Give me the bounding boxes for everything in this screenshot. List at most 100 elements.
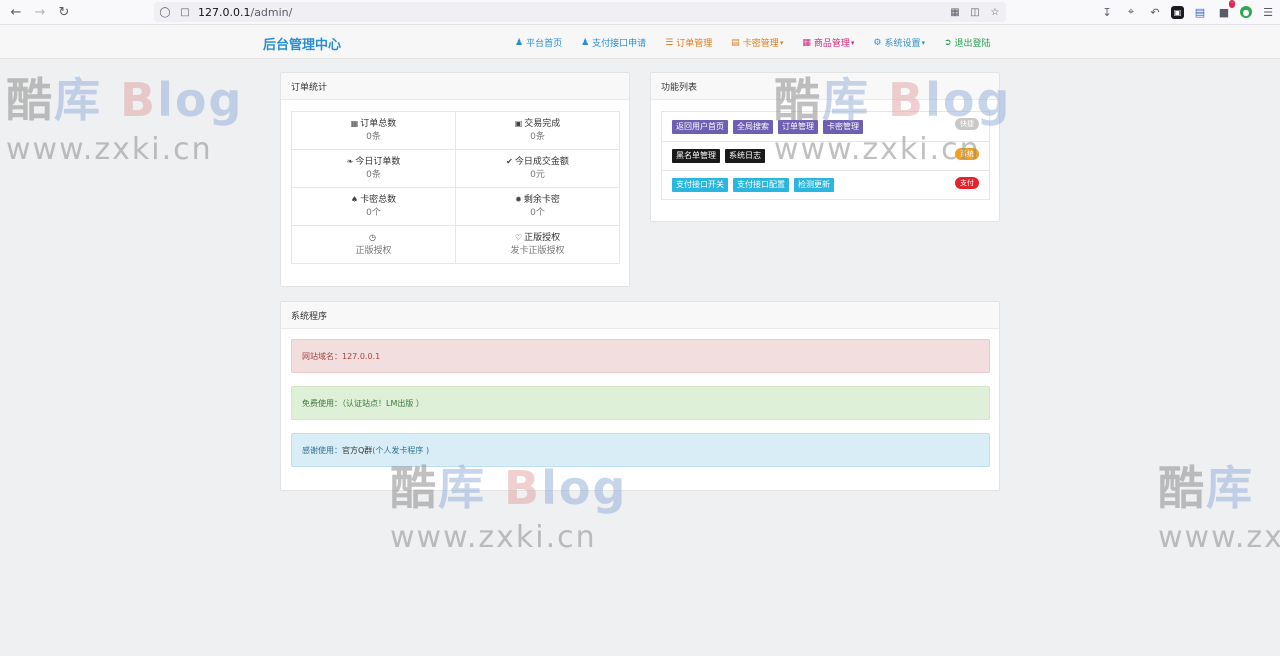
back-to-home-button[interactable]: 返回用户首页 — [672, 119, 728, 134]
address-bar[interactable]: ◯ □ 127.0.0.1/admin/ ▦ ◫ ☆ — [154, 2, 1006, 22]
url-text[interactable]: 127.0.0.1/admin/ — [198, 6, 292, 19]
user-icon: ♟ — [581, 37, 590, 48]
nav-item-label: 订单管理 — [676, 39, 713, 49]
official-group-text: 官方Q群 — [342, 445, 373, 455]
wm-log: log — [157, 73, 244, 127]
function-row-system: 黑名单管理 系统日志 系统 — [662, 141, 989, 170]
gear-icon: ⚙ — [873, 37, 882, 48]
system-program-panel: 系统程序 网站域名： 127.0.0.1 免费使用：（认证站点！LM出版 ） 感谢… — [280, 301, 1000, 491]
panel-title: 功能列表 — [651, 73, 999, 100]
order-stats-panel: 订单统计 ▦ 订单总数 0条 ▣ 交易完成 0条 ❧ 今日订单数 0条 ✔ 今日成交金额 0元 … — [280, 72, 630, 287]
nav-item-label: 支付接口申请 — [592, 39, 647, 49]
check-update-button[interactable]: 检测更新 — [794, 178, 834, 192]
watermark-4: 酷库 www.zxki.cn — [1158, 452, 1280, 555]
global-search-button[interactable]: 全局搜索 — [733, 119, 773, 134]
reload-icon[interactable]: ↻ — [52, 0, 76, 24]
nav-item-orders[interactable]: ☰ 订单管理 — [665, 36, 713, 50]
stat-cell: ✔ 今日成交金额 0元 — [455, 149, 620, 188]
stat-label: 今日订单数 — [355, 157, 401, 167]
app-navbar: 后台管理中心 ♟ 平台首页 ♟ 支付接口申请 ☰ 订单管理 ▤ 卡密管理 ▾ ▦ 商品管理 ▾… — [0, 25, 1280, 59]
nav-item-cards[interactable]: ▤ 卡密管理 ▾ — [731, 36, 783, 50]
check-icon: ✔ — [506, 157, 513, 166]
shortcut-badge: 快捷 — [955, 118, 979, 130]
nav-item-label: 商品管理 — [813, 39, 850, 49]
panel-title: 订单统计 — [281, 73, 629, 100]
stat-cell: ♡ 正版授权 发卡正版授权 — [455, 225, 620, 264]
heart-icon: ♡ — [514, 233, 523, 242]
extension-icon[interactable]: ■ · — [1216, 0, 1235, 20]
menu-icon[interactable]: ☰ — [1260, 4, 1276, 20]
logout-icon: ➲ — [943, 37, 952, 48]
forward-arrow-icon[interactable]: → — [28, 0, 52, 24]
translate-page-icon[interactable]: ◫ — [968, 5, 982, 19]
watermark-1: 酷库 Blog www.zxki.cn — [6, 64, 243, 167]
screenshot-crop-icon[interactable]: ⌖ — [1123, 4, 1139, 20]
stat-label: 今日成交金额 — [514, 157, 569, 167]
bookmark-star-icon[interactable]: ☆ — [988, 5, 1002, 19]
function-list: 返回用户首页 全局搜索 订单管理 卡密管理 快捷 黑名单管理 系统日志 系统 支… — [661, 111, 990, 200]
back-arrow-icon[interactable]: ← — [4, 0, 28, 24]
wm-url: www.zxki.cn — [6, 132, 213, 167]
nav-item-products[interactable]: ▦ 商品管理 ▾ — [802, 36, 855, 50]
nav-item-label: 系统设置 — [884, 39, 921, 49]
nav-item-logout[interactable]: ➲ 退出登陆 — [943, 36, 991, 50]
extension-dark-icon[interactable]: ▣ — [1171, 5, 1184, 19]
blacklist-button[interactable]: 黑名单管理 — [672, 149, 720, 163]
thanks-alert: 感谢使用： 官方Q群 (个人发卡程序 ) — [291, 433, 990, 467]
domain-label: 网站域名： — [302, 351, 342, 361]
wm-char-2: 库 — [54, 73, 102, 127]
list-icon: ☰ — [665, 37, 674, 48]
grid-icon: ▦ — [350, 119, 359, 128]
stat-value: 正版授权 — [355, 246, 392, 256]
stat-value: 0个 — [366, 208, 381, 218]
payment-badge: 支付 — [955, 177, 979, 189]
book-icon: ▤ — [731, 37, 740, 48]
stats-table: ▦ 订单总数 0条 ▣ 交易完成 0条 ❧ 今日订单数 0条 ✔ 今日成交金额 0元 ♠ 卡密总数… — [291, 111, 620, 264]
order-management-button[interactable]: 订单管理 — [778, 119, 818, 134]
url-path: /admin/ — [250, 5, 293, 19]
card-management-button[interactable]: 卡密管理 — [823, 119, 863, 134]
thanks-label: 感谢使用： — [302, 445, 342, 455]
profile-icon[interactable]: ● — [1240, 6, 1252, 18]
list-alt-icon: ▦ — [802, 37, 811, 48]
domain-alert: 网站域名： 127.0.0.1 — [291, 339, 990, 373]
chevron-down-icon: ▾ — [850, 38, 855, 47]
stat-label: 交易完成 — [524, 119, 561, 129]
wm-url: www.zxki.cn — [390, 520, 597, 555]
chevron-down-icon: ▾ — [921, 38, 925, 47]
browser-toolbar: ← → ↻ ◯ □ 127.0.0.1/admin/ ▦ ◫ ☆ ↧ ⌖ ↶ ▣… — [0, 0, 1280, 25]
free-use-alert: 免费使用：（认证站点！LM出版 ） — [291, 386, 990, 420]
qr-code-icon[interactable]: ▦ — [948, 5, 962, 19]
undo-icon[interactable]: ↶ — [1147, 4, 1163, 20]
nav-item-payment-apply[interactable]: ♟ 支付接口申请 — [581, 36, 647, 50]
function-row-payment: 支付接口开关 支付接口配置 检测更新 支付 — [662, 170, 989, 199]
free-use-text: 免费使用：（认证站点！LM出版 ） — [302, 398, 424, 408]
nav-item-label: 退出登陆 — [954, 39, 991, 49]
domain-value: 127.0.0.1 — [342, 351, 381, 361]
stat-value: 0个 — [530, 208, 545, 218]
stat-value: 0元 — [530, 170, 545, 180]
download-icon[interactable]: ↧ — [1099, 4, 1115, 20]
stat-value: 0条 — [366, 170, 381, 180]
nav-item-home[interactable]: ♟ 平台首页 — [515, 36, 562, 50]
brand-title[interactable]: 后台管理中心 — [263, 34, 341, 53]
nav-item-settings[interactable]: ⚙ 系统设置 ▾ — [873, 36, 925, 50]
shield-icon[interactable]: ◯ — [158, 5, 172, 19]
wm-char-2: 库 — [1206, 461, 1254, 515]
stat-label: 卡密总数 — [360, 195, 397, 205]
payment-config-button[interactable]: 支付接口配置 — [733, 178, 789, 192]
function-list-panel: 功能列表 返回用户首页 全局搜索 订单管理 卡密管理 快捷 黑名单管理 系统日志… — [650, 72, 1000, 222]
stat-cell: ▣ 交易完成 0条 — [455, 111, 620, 150]
stat-value: 0条 — [530, 132, 545, 142]
asterisk-icon: ✹ — [515, 195, 522, 204]
stat-value: 发卡正版授权 — [510, 246, 565, 256]
system-log-button[interactable]: 系统日志 — [725, 149, 765, 163]
nav-menu: ♟ 平台首页 ♟ 支付接口申请 ☰ 订单管理 ▤ 卡密管理 ▾ ▦ 商品管理 ▾ ⚙ 系统设置 ▾… — [515, 36, 1010, 50]
page-icon[interactable]: □ — [178, 5, 192, 19]
translate-extension-icon[interactable]: ▤ — [1192, 4, 1208, 20]
stat-cell: ❧ 今日订单数 0条 — [291, 149, 456, 188]
function-row-shortcut: 返回用户首页 全局搜索 订单管理 卡密管理 快捷 — [662, 112, 989, 141]
cart-icon: ▣ — [514, 119, 523, 128]
stat-cell: ◷ 正版授权 — [291, 225, 456, 264]
payment-switch-button[interactable]: 支付接口开关 — [672, 178, 728, 192]
